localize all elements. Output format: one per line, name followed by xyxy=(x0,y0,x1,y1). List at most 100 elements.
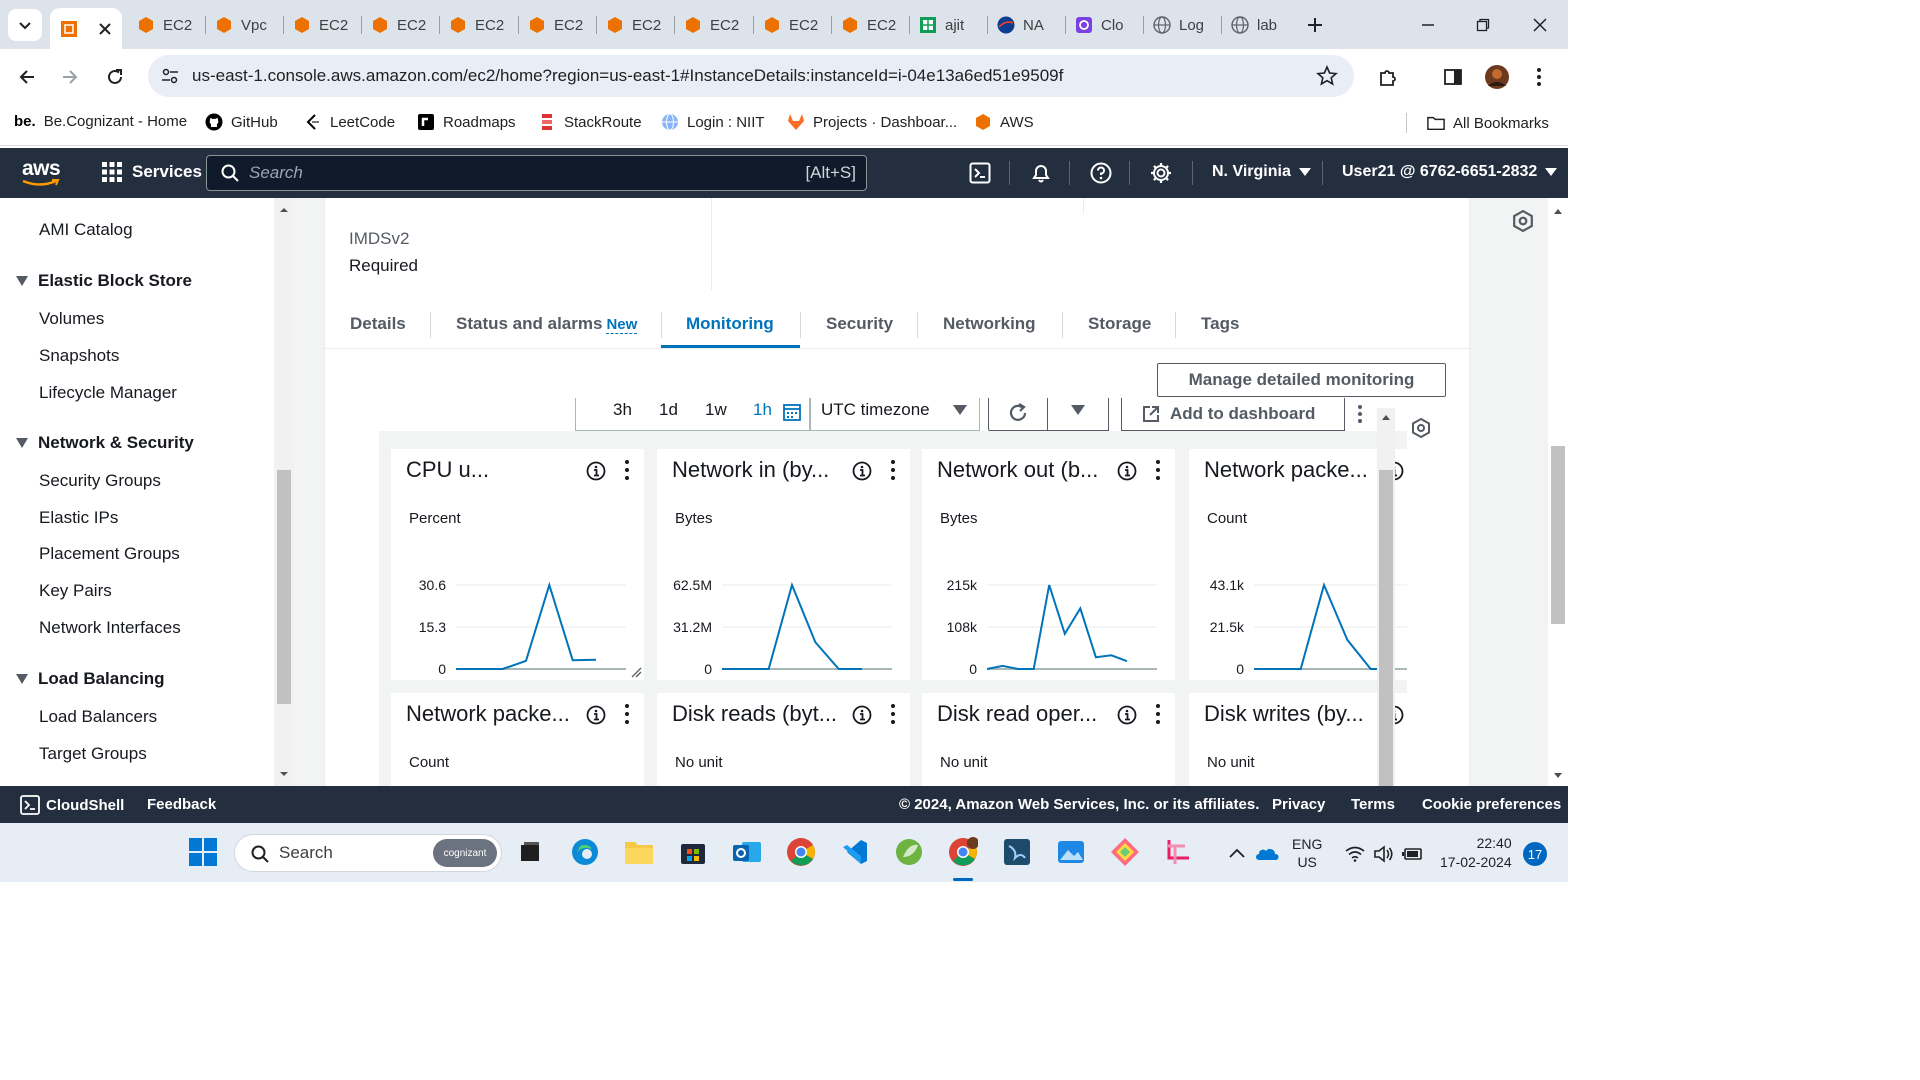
forward-button[interactable] xyxy=(53,60,87,94)
info-icon[interactable] xyxy=(852,705,872,725)
taskbar-chrome[interactable] xyxy=(784,835,818,869)
bookmark-gitlab[interactable]: Projects · Dashboar... xyxy=(787,113,957,131)
metric-line-chart[interactable]: 215k108k016:1017:05 xyxy=(922,529,1175,679)
aws-logo[interactable]: aws xyxy=(22,157,62,187)
sidebar-item-target-groups[interactable]: Target Groups xyxy=(39,744,147,764)
sidebar-section-network-security[interactable]: Network & Security xyxy=(16,433,194,453)
info-icon[interactable] xyxy=(586,705,606,725)
help-panel-icon[interactable] xyxy=(1411,418,1431,438)
browser-tab[interactable]: ajit xyxy=(919,8,977,42)
tab-details[interactable]: Details xyxy=(350,314,406,334)
close-icon[interactable] xyxy=(98,22,112,36)
taskbar-mysql-workbench[interactable] xyxy=(1000,835,1034,869)
bookmark-niit[interactable]: Login : NIIT xyxy=(661,113,765,131)
range-1d[interactable]: 1d xyxy=(659,400,678,420)
browser-tab[interactable]: Log xyxy=(1153,8,1211,42)
metric-line-chart[interactable]: 30.615.3016:1017:05 xyxy=(391,529,644,679)
browser-tab[interactable]: EC2 xyxy=(449,8,507,42)
range-1h[interactable]: 1h xyxy=(753,400,772,420)
taskbar-task-view[interactable] xyxy=(513,835,547,869)
sidebar-item-elastic-ips[interactable]: Elastic IPs xyxy=(39,508,118,528)
chevron-up-icon[interactable] xyxy=(1229,848,1245,858)
browser-tab[interactable]: EC2 xyxy=(371,8,429,42)
privacy-link[interactable]: Privacy xyxy=(1272,796,1325,813)
bookmark-becognizant[interactable]: be. Be.Cognizant - Home xyxy=(14,113,187,130)
more-vertical-icon[interactable] xyxy=(1357,404,1363,424)
cookie-preferences-link[interactable]: Cookie preferences xyxy=(1422,796,1561,813)
browser-tab[interactable]: EC2 xyxy=(528,8,586,42)
sidebar-item-volumes[interactable]: Volumes xyxy=(39,309,104,329)
browser-tab[interactable]: EC2 xyxy=(606,8,664,42)
profile-avatar[interactable] xyxy=(1480,60,1514,94)
taskbar-chrome-profile[interactable] xyxy=(946,835,980,869)
extensions-button[interactable] xyxy=(1371,60,1405,94)
sidebar-section-load-balancing[interactable]: Load Balancing xyxy=(16,669,165,689)
browser-tab[interactable]: EC2 xyxy=(137,8,195,42)
taskbar-vscode[interactable] xyxy=(838,835,872,869)
aws-search-input[interactable]: Search [Alt+S] xyxy=(206,155,867,191)
tab-search-button[interactable] xyxy=(8,9,42,41)
browser-tab[interactable]: EC2 xyxy=(763,8,821,42)
site-settings-icon[interactable] xyxy=(160,66,180,86)
widgets-scroll-thumb[interactable] xyxy=(1379,470,1393,786)
browser-tab[interactable]: EC2 xyxy=(841,8,899,42)
refresh-options-button[interactable] xyxy=(1048,398,1109,431)
taskbar-outlook[interactable] xyxy=(730,835,764,869)
star-icon[interactable] xyxy=(1316,65,1338,87)
help-button[interactable] xyxy=(1087,159,1115,187)
sidebar-scrollbar[interactable] xyxy=(274,198,294,786)
all-bookmarks-folder[interactable]: All Bookmarks xyxy=(1406,113,1549,133)
start-button[interactable] xyxy=(186,835,220,869)
more-vertical-icon[interactable] xyxy=(1155,459,1161,481)
taskbar-snipping-tool[interactable] xyxy=(1162,835,1196,869)
page-scroll-thumb[interactable] xyxy=(1551,446,1565,624)
more-vertical-icon[interactable] xyxy=(890,459,896,481)
taskbar-store[interactable] xyxy=(676,835,710,869)
scroll-up-icon[interactable] xyxy=(274,202,294,218)
sidebar-item-load-balancers[interactable]: Load Balancers xyxy=(39,707,157,727)
account-menu[interactable]: User21 @ 6762-6651-2832 xyxy=(1342,163,1558,181)
bookmark-aws[interactable]: AWS xyxy=(974,113,1034,131)
address-bar[interactable]: us-east-1.console.aws.amazon.com/ec2/hom… xyxy=(148,55,1354,97)
side-panel-button[interactable] xyxy=(1436,60,1470,94)
volume-icon[interactable] xyxy=(1373,845,1393,863)
more-vertical-icon[interactable] xyxy=(624,459,630,481)
range-3h[interactable]: 3h xyxy=(613,400,632,420)
sidebar-item-key-pairs[interactable]: Key Pairs xyxy=(39,581,112,601)
info-icon[interactable] xyxy=(1117,705,1137,725)
browser-tab[interactable]: NA xyxy=(997,8,1055,42)
add-to-dashboard-button[interactable]: Add to dashboard xyxy=(1121,398,1345,431)
close-window-button[interactable] xyxy=(1517,8,1563,42)
reload-button[interactable] xyxy=(98,60,132,94)
sidebar-item-security-groups[interactable]: Security Groups xyxy=(39,471,161,491)
timezone-select[interactable]: UTC timezone xyxy=(810,398,980,431)
tab-networking[interactable]: Networking xyxy=(943,314,1036,334)
bookmark-leetcode[interactable]: LeetCode xyxy=(304,113,395,131)
cloudshell-button[interactable]: CloudShell xyxy=(20,795,124,815)
tab-status-and-alarms[interactable]: Status and alarms New xyxy=(456,314,638,334)
metric-line-chart[interactable]: 62.5M31.2M016:1017:05 xyxy=(657,529,910,679)
browser-tab[interactable]: EC2 xyxy=(684,8,742,42)
tab-security[interactable]: Security xyxy=(826,314,893,334)
onedrive-icon[interactable] xyxy=(1255,845,1279,861)
feedback-link[interactable]: Feedback xyxy=(147,796,216,813)
scroll-down-icon[interactable] xyxy=(274,766,294,782)
browser-tab[interactable]: Clo xyxy=(1075,8,1133,42)
taskbar-edge[interactable] xyxy=(568,835,602,869)
help-panel-icon[interactable] xyxy=(1512,210,1534,232)
sidebar-item-snapshots[interactable]: Snapshots xyxy=(39,346,119,366)
services-menu[interactable]: Services xyxy=(102,162,202,182)
info-icon[interactable] xyxy=(1117,461,1137,481)
cloudshell-nav-button[interactable] xyxy=(966,159,994,187)
new-tab-button[interactable] xyxy=(1306,8,1330,42)
scroll-down-icon[interactable] xyxy=(1548,768,1568,782)
settings-button[interactable] xyxy=(1147,159,1175,187)
wifi-icon[interactable] xyxy=(1345,846,1365,862)
browser-tab-active[interactable] xyxy=(50,8,122,49)
bookmark-stackroute[interactable]: StackRoute xyxy=(538,113,642,131)
widgets-scrollbar[interactable] xyxy=(1377,408,1395,786)
sidebar-section-ebs[interactable]: Elastic Block Store xyxy=(16,271,192,291)
language-indicator[interactable]: ENG US xyxy=(1292,835,1322,871)
more-vertical-icon[interactable] xyxy=(890,703,896,725)
more-vertical-icon[interactable] xyxy=(624,703,630,725)
